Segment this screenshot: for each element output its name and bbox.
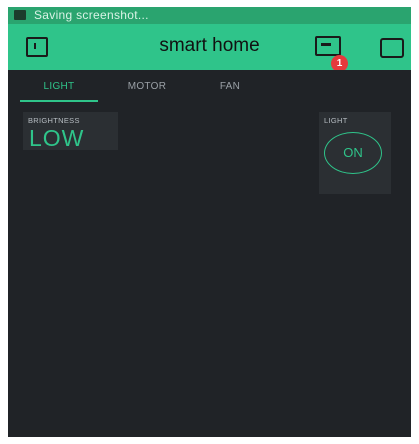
phone-screen: Saving screenshot... smart home 1 LIGHT … xyxy=(8,7,411,437)
active-tab-indicator xyxy=(20,100,98,102)
tab-motor[interactable]: MOTOR xyxy=(112,81,182,92)
light-on-button[interactable]: ON xyxy=(324,132,382,174)
app-title: smart home xyxy=(159,35,260,56)
light-widget: LIGHT ON xyxy=(319,112,391,194)
screenshot-icon xyxy=(14,10,26,20)
app-bar: smart home 1 xyxy=(8,24,411,72)
tab-bar: LIGHT MOTOR FAN xyxy=(8,70,411,104)
add-widget-icon[interactable] xyxy=(380,38,404,58)
tab-light[interactable]: LIGHT xyxy=(20,81,98,92)
brightness-label: BRIGHTNESS xyxy=(28,116,80,125)
device-icon[interactable] xyxy=(315,36,341,56)
status-bar-text: Saving screenshot... xyxy=(34,8,149,22)
status-bar: Saving screenshot... xyxy=(8,7,411,24)
brightness-value: LOW xyxy=(29,125,85,151)
brightness-widget[interactable]: BRIGHTNESS LOW xyxy=(23,112,118,151)
light-label: LIGHT xyxy=(324,116,348,125)
tab-fan[interactable]: FAN xyxy=(200,81,260,92)
